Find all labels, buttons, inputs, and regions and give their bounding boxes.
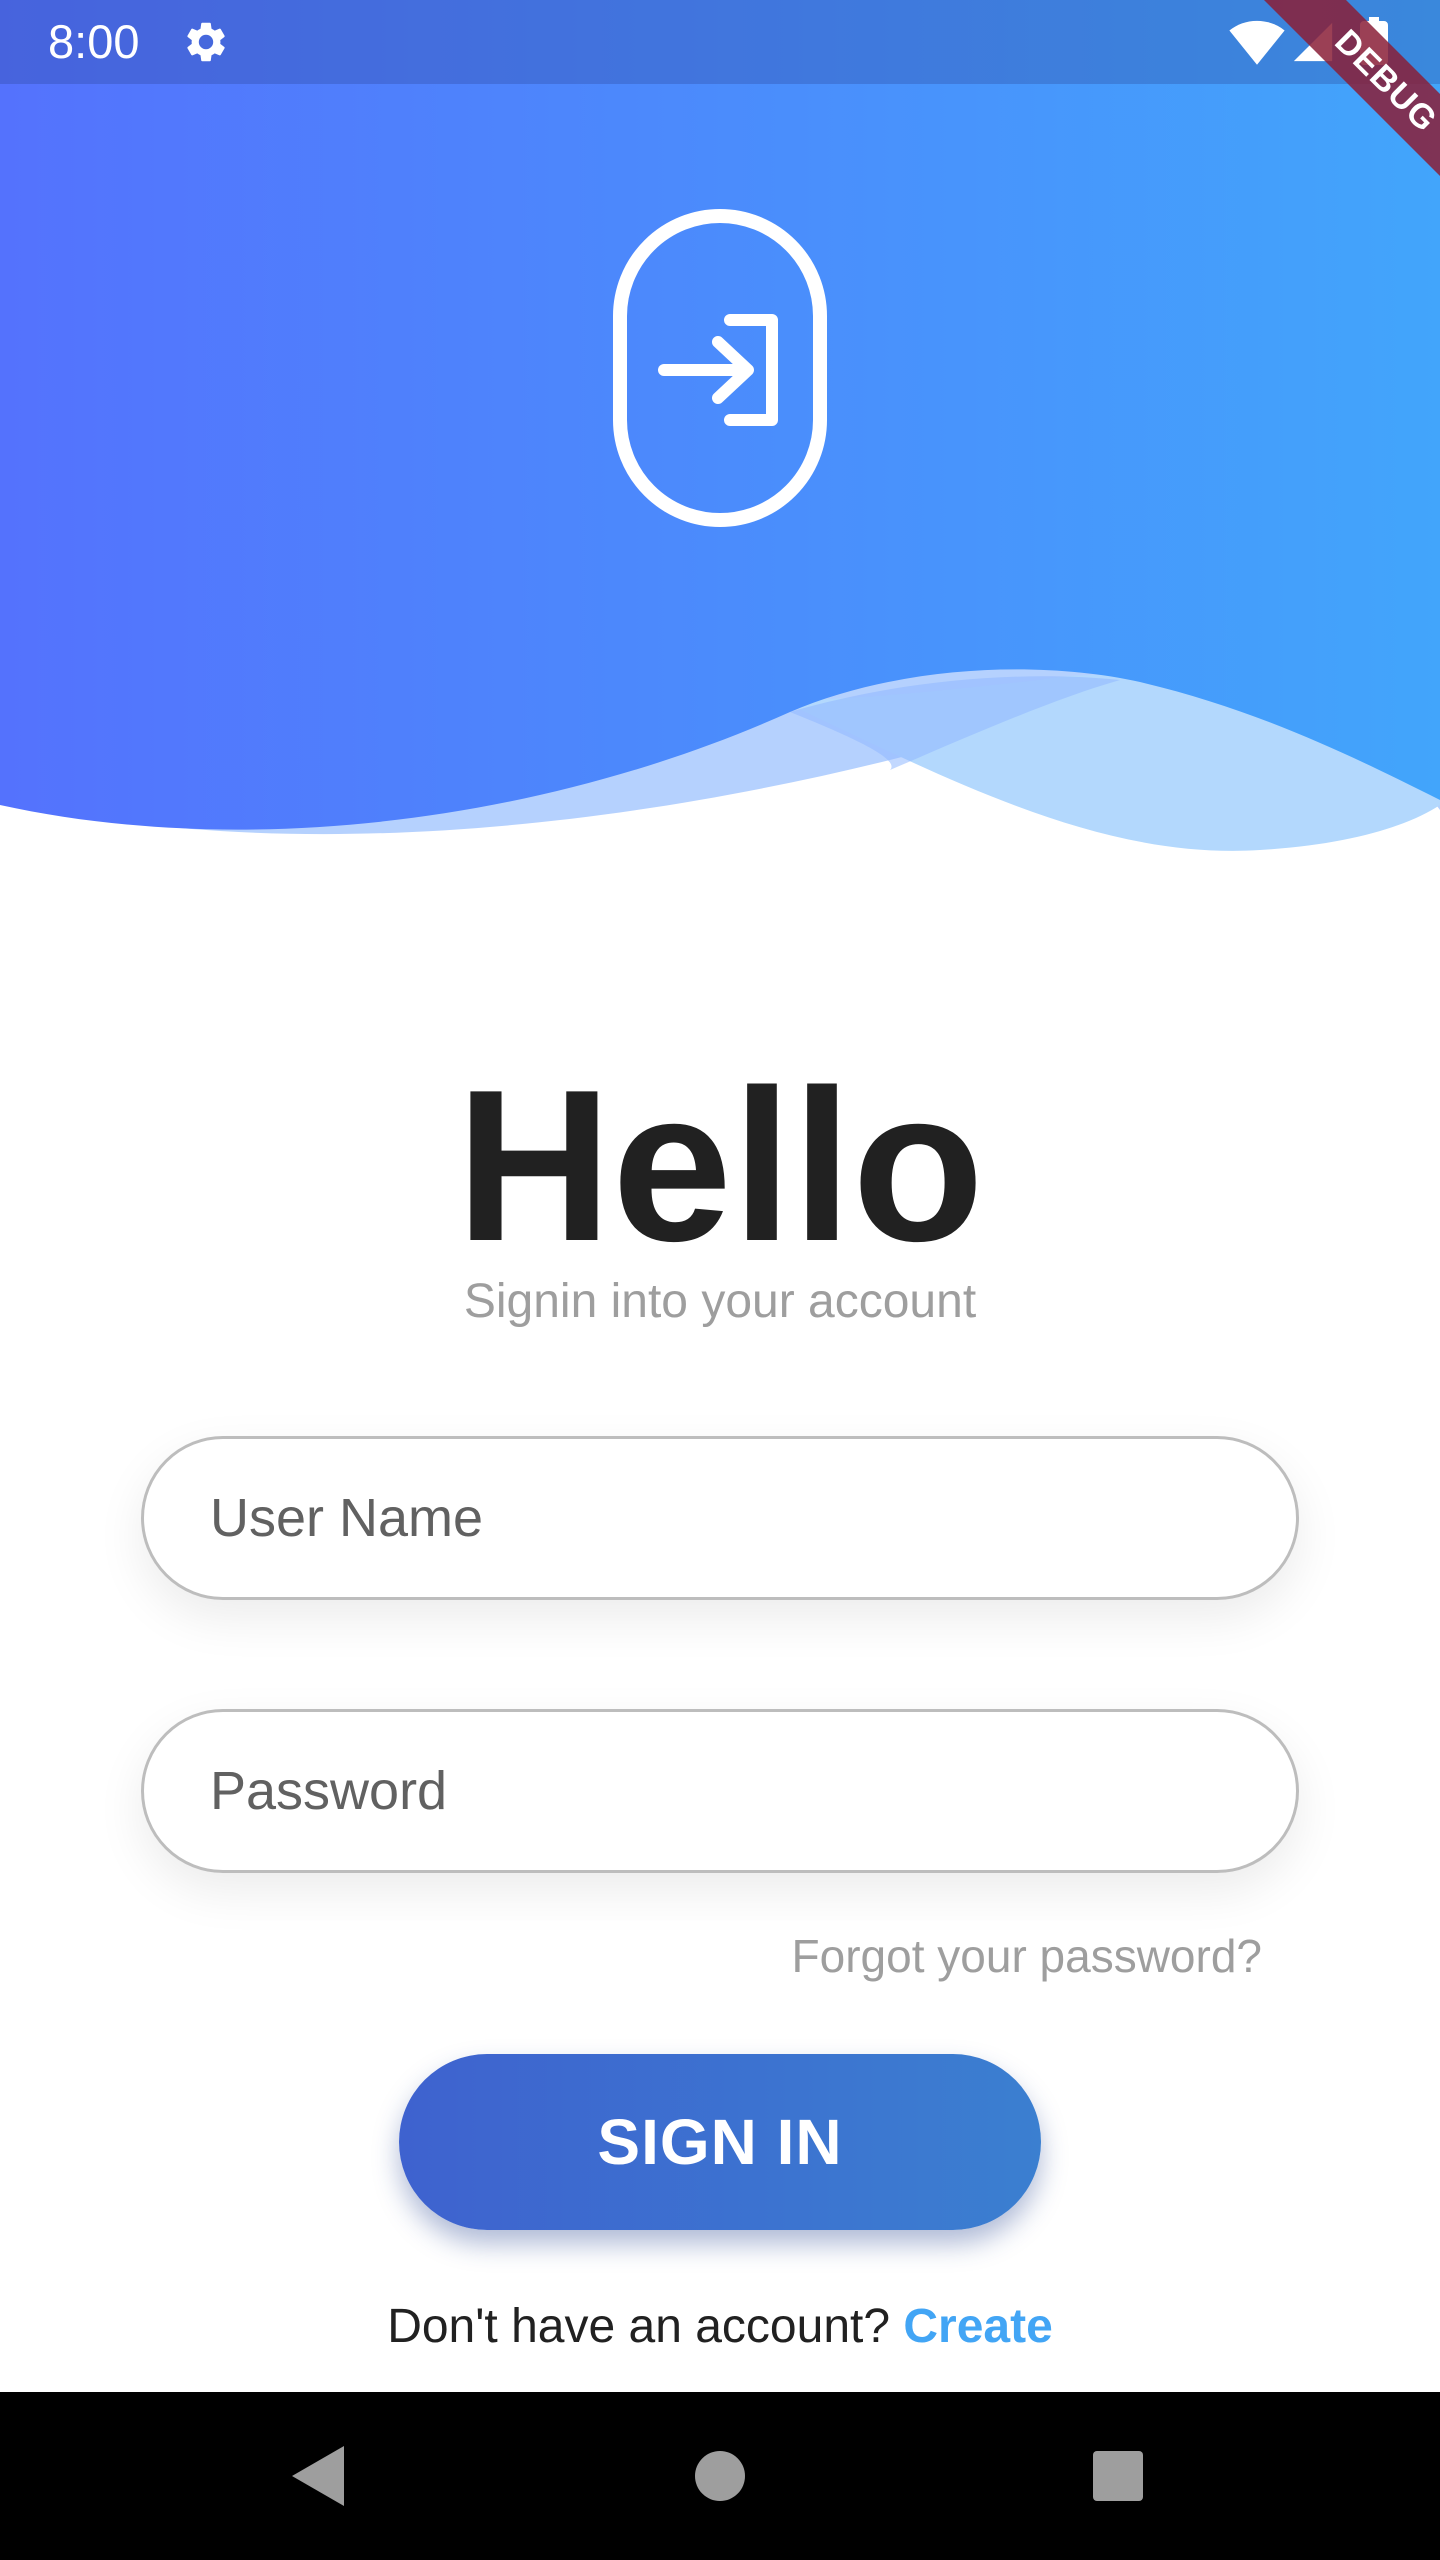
- signup-prompt: Don't have an account?: [387, 2300, 891, 2353]
- login-screen: 8:00 DEBUG Hello Signin into your accoun…: [0, 0, 1440, 2560]
- gear-icon: [187, 22, 225, 62]
- password-field-container: [141, 1709, 1299, 1873]
- login-icon: [613, 209, 827, 527]
- recents-icon[interactable]: [1092, 2450, 1144, 2502]
- status-bar: 8:00: [0, 0, 1440, 84]
- password-input[interactable]: [141, 1709, 1299, 1873]
- status-time: 8:00: [48, 15, 140, 68]
- page-title: Hello: [455, 1044, 985, 1286]
- username-field-container: [141, 1436, 1299, 1600]
- forgot-password-link[interactable]: Forgot your password?: [792, 1926, 1262, 1986]
- sign-in-button[interactable]: SIGN IN: [399, 2054, 1041, 2230]
- username-input[interactable]: [141, 1436, 1299, 1600]
- back-icon[interactable]: [288, 2442, 348, 2510]
- create-account-link[interactable]: Create: [903, 2300, 1052, 2353]
- page-subtitle: Signin into your account: [463, 1275, 977, 1328]
- home-icon[interactable]: [694, 2450, 746, 2502]
- signup-row: Don't have an account? Create: [0, 2296, 1440, 2358]
- navigation-bar: [0, 2392, 1440, 2560]
- wifi-icon: [1229, 20, 1285, 65]
